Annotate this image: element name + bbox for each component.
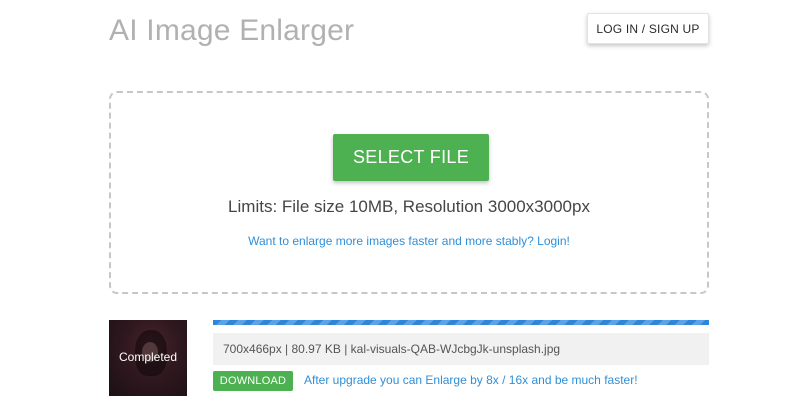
progress-fill <box>213 320 709 325</box>
login-signup-button[interactable]: LOG IN / SIGN UP <box>587 13 709 44</box>
completed-status: Completed <box>118 350 178 364</box>
result-thumbnail: Completed <box>109 320 187 396</box>
limits-text: Limits: File size 10MB, Resolution 3000x… <box>228 197 590 216</box>
file-info-bar: 700x466px | 80.97 KB | kal-visuals-QAB-W… <box>213 333 709 365</box>
file-info-text: 700x466px | 80.97 KB | kal-visuals-QAB-W… <box>223 342 561 356</box>
progress-bar <box>213 320 709 325</box>
upgrade-link[interactable]: After upgrade you can Enlarge by 8x / 16… <box>304 373 638 387</box>
download-button[interactable]: DOWNLOAD <box>213 371 293 391</box>
select-file-button[interactable]: SELECT FILE <box>333 134 489 181</box>
app-title: AI Image Enlarger <box>109 14 355 47</box>
page: AI Image Enlarger LOG IN / SIGN UP SELEC… <box>0 0 787 412</box>
upload-dropzone[interactable]: SELECT FILE Limits: File size 10MB, Reso… <box>109 91 709 294</box>
login-prompt-link[interactable]: Want to enlarge more images faster and m… <box>111 234 707 248</box>
